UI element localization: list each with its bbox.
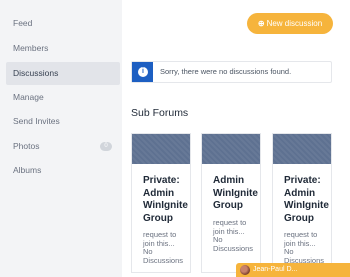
new-discussion-button[interactable]: ⊕ New discussion [247, 13, 333, 34]
subforum-discussion-count: No Discussions [213, 234, 254, 253]
sidebar-item-label: Members [13, 43, 49, 53]
subforum-discussion-count: No Discussions [143, 247, 184, 265]
sidebar-item-send-invites[interactable]: Send Invites [6, 110, 120, 133]
sidebar-item-label: Send Invites [13, 116, 60, 126]
sidebar-item-photos[interactable]: Photos 0 [6, 135, 120, 158]
subforum-description: request to join this... [143, 230, 177, 248]
sidebar-item-members[interactable]: Members [6, 37, 120, 60]
sidebar-item-label: Albums [13, 165, 42, 175]
sidebar-item-label: Feed [13, 18, 33, 28]
notice-message: Sorry, there were no discussions found. [160, 67, 292, 76]
sidebar-item-albums[interactable]: Albums [6, 159, 120, 182]
new-discussion-label: New discussion [266, 19, 323, 28]
subforum-name[interactable]: Private: Admin WinIgnite Group [284, 175, 331, 225]
discussions-panel: ⊕ New discussion i Sorry, there were no d… [122, 0, 350, 277]
subforum-name[interactable]: Private: Admin WinIgnite Group [143, 175, 190, 225]
subforum-description: request to join this... [284, 230, 318, 248]
group-sidebar: Feed Members Discussions Manage Send Inv… [0, 0, 122, 277]
no-discussions-notice: i Sorry, there were no discussions found… [131, 61, 332, 83]
sidebar-item-manage[interactable]: Manage [6, 86, 120, 109]
subforum-name[interactable]: Admin WinIgnite Group [213, 175, 260, 213]
sidebar-item-feed[interactable]: Feed [6, 12, 120, 35]
sidebar-item-label: Manage [13, 92, 44, 102]
subforum-cover-image [273, 134, 331, 164]
avatar [240, 265, 250, 275]
sub-forums-title: Sub Forums [131, 107, 189, 119]
subforum-card[interactable]: Private: Admin WinIgnite Group request t… [272, 133, 332, 273]
subforum-description: request to join this... [213, 217, 247, 236]
info-icon: i [138, 67, 148, 77]
notice-icon-bar: i [132, 62, 153, 82]
photos-count-badge: 0 [100, 142, 112, 151]
plus-circle-icon: ⊕ [257, 19, 265, 28]
sidebar-item-label: Photos [13, 141, 40, 151]
sidebar-item-label: Discussions [13, 68, 59, 78]
subforum-card[interactable]: Admin WinIgnite Group request to join th… [201, 133, 261, 273]
sidebar-item-discussions[interactable]: Discussions [6, 62, 120, 85]
subforum-card[interactable]: Private: Admin WinIgnite Group request t… [131, 133, 191, 273]
subforum-cover-image [132, 134, 190, 164]
chat-contact-tab[interactable]: Jean-Paul D... [236, 263, 350, 277]
chat-contact-name: Jean-Paul D... [253, 266, 298, 273]
subforum-cover-image [202, 134, 260, 164]
